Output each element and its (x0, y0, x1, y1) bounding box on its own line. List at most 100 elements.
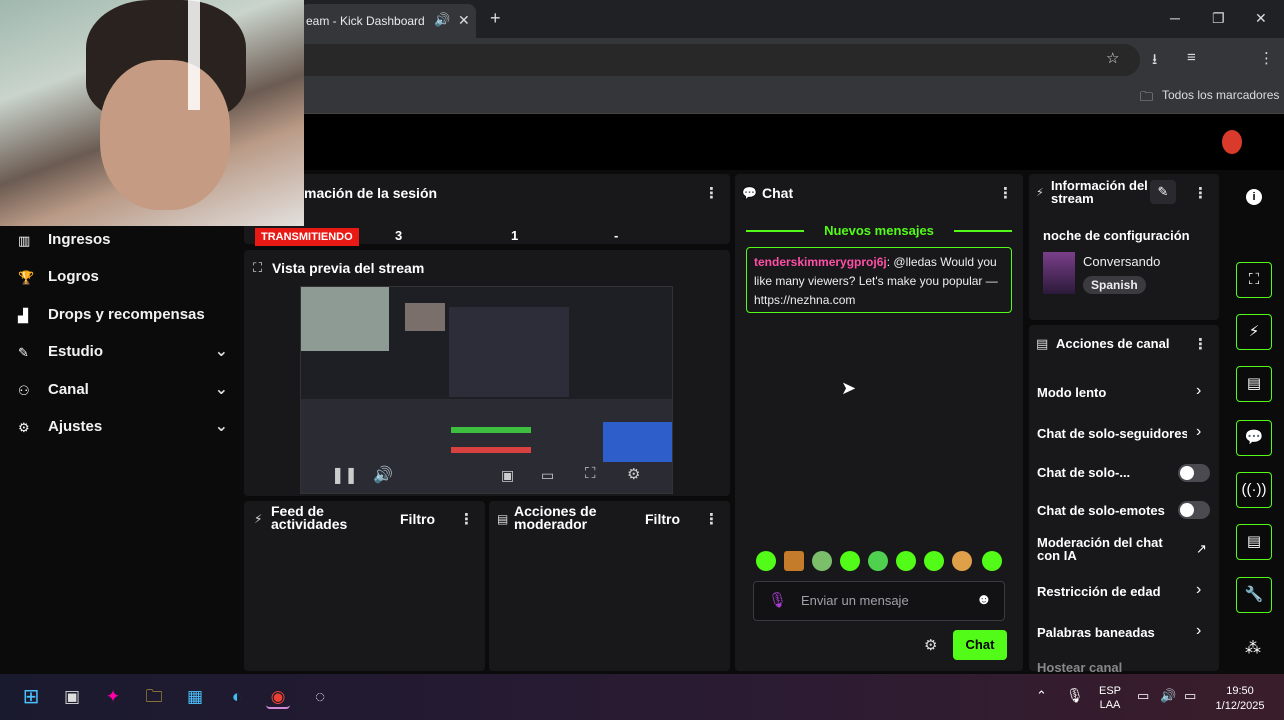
emote-icon[interactable] (982, 551, 1002, 571)
age-restriction-label[interactable]: Restricción de edad (1037, 584, 1187, 599)
mod-filter-button[interactable]: Filtro (645, 511, 680, 527)
store-icon[interactable]: ▦ (183, 685, 207, 709)
chevron-down-icon[interactable]: ⌄ (215, 379, 228, 399)
pip-icon[interactable]: ▣ (501, 467, 514, 484)
chat-menu-icon[interactable]: ⋮ (998, 184, 1013, 202)
all-bookmarks-link[interactable]: Todos los marcadores (1162, 88, 1279, 102)
windows-start-icon[interactable]: ⊞ (19, 685, 43, 709)
emote-icon[interactable] (840, 551, 860, 571)
menu-kebab-icon[interactable]: ⋮ (1259, 49, 1274, 67)
language-indicator[interactable]: ESP LAA (1098, 684, 1122, 712)
emote-icon[interactable] (952, 551, 972, 571)
external-link-icon[interactable]: ↗ (1196, 541, 1207, 557)
chat-send-button[interactable]: Chat (953, 630, 1007, 660)
host-channel-label[interactable]: Hostear canal (1037, 660, 1187, 672)
sidebar-item-logros[interactable]: 🏆 Logros (18, 263, 228, 293)
rail-actions-button[interactable]: ▤ (1236, 524, 1272, 560)
browser-tab[interactable]: eam - Kick Dashboard 🔊 ✕ (300, 4, 476, 38)
emote-icon[interactable] (812, 551, 832, 571)
chat-settings-icon[interactable]: ⚙ (924, 636, 937, 654)
activity-filter-button[interactable]: Filtro (400, 511, 435, 527)
chevron-up-icon[interactable]: ⌃ (1036, 688, 1047, 704)
minimize-button[interactable]: ─ (1170, 10, 1180, 26)
emoji-icon[interactable]: ☻ (976, 591, 992, 608)
followers-only-label[interactable]: Chat de solo-seguidores (1037, 426, 1187, 441)
trophy-icon: 🏆 (18, 270, 35, 285)
emotes-only-toggle[interactable] (1178, 501, 1210, 519)
info-icon[interactable]: i (1246, 189, 1262, 205)
clock[interactable]: 19:50 1/12/2025 (1212, 684, 1268, 714)
stream-category[interactable]: Conversando (1083, 254, 1160, 269)
chat-username[interactable]: tenderskimmerygproj6j (754, 255, 887, 269)
rail-document-button[interactable]: ▤ (1236, 366, 1272, 402)
settings-icon[interactable]: ⚙ (627, 465, 640, 483)
chevron-right-icon[interactable]: › (1196, 622, 1201, 640)
ai-moderation-label[interactable]: Moderación del chat con IA (1037, 536, 1177, 562)
rail-broadcast-button[interactable]: ((·)) (1236, 472, 1272, 508)
fullscreen-icon[interactable]: ⛶ (585, 465, 596, 482)
subs-only-toggle[interactable] (1178, 464, 1210, 482)
task-view-icon[interactable]: ▣ (60, 685, 84, 709)
emote-icon[interactable] (868, 551, 888, 571)
channel-actions-menu-icon[interactable]: ⋮ (1193, 335, 1208, 353)
emote-icon[interactable] (896, 551, 916, 571)
new-messages-divider[interactable]: Nuevos mensajes (746, 223, 1012, 238)
chat-bubble-icon: 💬 (742, 186, 757, 200)
download-icon[interactable]: ⭳ (1152, 49, 1157, 74)
apps-icon[interactable]: ⁂ (1245, 638, 1261, 658)
rail-chat-button[interactable]: 💬 (1236, 420, 1272, 456)
window-close-button[interactable]: ✕ (1255, 10, 1267, 27)
category-thumbnail[interactable] (1043, 252, 1075, 294)
microphone-icon[interactable]: 🎙 (768, 591, 787, 609)
copilot-icon[interactable]: ✦ (101, 685, 125, 709)
edge-icon[interactable]: ◐ (225, 685, 249, 709)
subs-only-label: Chat de solo-... (1037, 465, 1131, 480)
session-menu-icon[interactable]: ⋮ (704, 184, 719, 202)
media-controls-icon[interactable]: ≡ (1187, 49, 1196, 66)
chevron-right-icon[interactable]: › (1196, 382, 1201, 400)
battery-icon[interactable]: ▭ (1184, 688, 1196, 704)
user-avatar[interactable] (1222, 130, 1242, 154)
sidebar-item-label: Ingresos (48, 231, 111, 248)
star-icon[interactable]: ☆ (1106, 49, 1119, 67)
network-icon[interactable]: ▭ (1137, 688, 1149, 704)
emote-icon[interactable] (924, 551, 944, 571)
pause-icon[interactable]: ❚❚ (331, 465, 358, 485)
mod-menu-icon[interactable]: ⋮ (704, 510, 719, 528)
sidebar-item-ingresos[interactable]: ▥ Ingresos (18, 226, 228, 256)
speaker-icon[interactable]: 🔊 (434, 12, 450, 28)
lightning-icon: ⚡ (254, 512, 263, 526)
banned-words-label[interactable]: Palabras baneadas (1037, 625, 1187, 640)
emote-icon[interactable] (756, 551, 776, 571)
rail-wrench-button[interactable]: 🔧 (1236, 577, 1272, 613)
stream-preview-video[interactable]: ❚❚ 🔊 ▣ ▭ ⛶ ⚙ (300, 286, 673, 494)
chevron-down-icon[interactable]: ⌄ (215, 341, 228, 361)
theater-icon[interactable]: ▭ (541, 467, 554, 484)
obs-icon[interactable]: ◌ (308, 685, 332, 709)
sidebar-item-drops[interactable]: ▟ Drops y recompensas (18, 301, 228, 331)
rail-capture-button[interactable]: ⛶ (1236, 262, 1272, 298)
tab-close-icon[interactable]: ✕ (458, 12, 470, 29)
file-explorer-icon[interactable]: 🗀 (142, 685, 166, 709)
slow-mode-label[interactable]: Modo lento (1037, 385, 1187, 400)
new-tab-button[interactable]: + (490, 8, 501, 29)
emote-icon[interactable] (784, 551, 804, 571)
sidebar-item-canal[interactable]: ⚇ Canal ⌄ (18, 376, 228, 406)
activity-menu-icon[interactable]: ⋮ (459, 510, 474, 528)
stream-info-menu-icon[interactable]: ⋮ (1193, 184, 1208, 202)
channel-icon: ⚇ (18, 383, 30, 398)
chevron-right-icon[interactable]: › (1196, 581, 1201, 599)
sidebar-item-ajustes[interactable]: ⚙ Ajustes ⌄ (18, 413, 228, 443)
volume-icon[interactable]: 🔊 (373, 465, 393, 485)
volume-icon[interactable]: 🔊 (1160, 688, 1176, 704)
microphone-icon[interactable]: 🎙 (1066, 687, 1084, 704)
chevron-right-icon[interactable]: › (1196, 423, 1201, 441)
sidebar-item-estudio[interactable]: ✎ Estudio ⌄ (18, 338, 228, 368)
chevron-down-icon[interactable]: ⌄ (215, 416, 228, 436)
channel-actions-icon: ▤ (1036, 336, 1049, 351)
edit-pencil-icon[interactable]: ✎ (1150, 180, 1176, 204)
maximize-button[interactable]: ❐ (1212, 10, 1225, 27)
chrome-icon[interactable]: ◉ (266, 685, 290, 709)
chat-input[interactable]: 🎙 Enviar un mensaje ☻ (753, 581, 1005, 621)
rail-lightning-button[interactable]: ⚡ (1236, 314, 1272, 350)
